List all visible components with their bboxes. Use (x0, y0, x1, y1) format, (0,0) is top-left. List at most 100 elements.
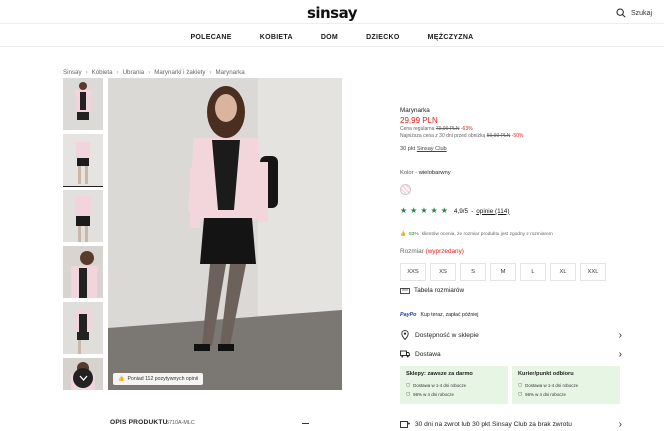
collapse-icon[interactable] (302, 423, 309, 424)
size-option-l[interactable]: L (520, 263, 546, 281)
search-label: Szukaj (630, 9, 652, 17)
color-label: Kolor - wielobarwny (400, 170, 451, 176)
calendar-icon: ▢ (406, 391, 411, 396)
breadcrumb: Sinsay › Kobieta › Ubrania › Marynarki i ża… (63, 69, 245, 76)
description-toggle[interactable]: OPIS PRODUKTU (110, 419, 168, 426)
returns-row[interactable]: 30 dni na zwrot lub 30 pkt Sinsay Club z… (400, 417, 622, 431)
lowest-price-line: Najniższa cena z 30 dni przed obniżką 59… (400, 133, 523, 139)
breadcrumb-current: Marynarka (215, 69, 245, 76)
store-availability-label: Dostępność w sklepie (415, 331, 479, 339)
header-divider (0, 23, 664, 24)
size-option-xl[interactable]: XL (550, 263, 576, 281)
ruler-icon (400, 287, 410, 294)
club-points: 30 pkt Sinsay Club (400, 146, 447, 152)
product-name: Marynarka (400, 107, 430, 114)
size-status: (wyprzedany) (425, 248, 464, 255)
size-option-m[interactable]: M (490, 263, 516, 281)
calendar-icon: ▢ (406, 382, 411, 387)
breadcrumb-kobieta[interactable]: Kobieta (92, 69, 113, 76)
star-icon: ★ (400, 206, 408, 215)
delivery-row[interactable]: Dostawa › (400, 347, 622, 361)
thumbnail-5[interactable] (63, 302, 103, 354)
sinsay-logo[interactable]: sinsay (0, 4, 664, 22)
size-chart-link[interactable]: Tabela rozmiarów (400, 287, 464, 294)
delivery-box-courier: Kurier/punkt odbioru ▢ Dostawa w 1-4 dni … (512, 366, 620, 404)
size-label: Rozmiar (wyprzedany) (400, 248, 464, 255)
color-swatch[interactable] (400, 184, 411, 195)
calendar-icon: ▢ (518, 391, 523, 396)
fit-info: 👍 83% klientów ocenia, że rozmiar produk… (400, 232, 553, 237)
product-sku: 5710A-MLC (166, 420, 195, 426)
delivery-rate-text: 96% w 4 dni robocze (525, 391, 566, 397)
breadcrumb-ubrania[interactable]: Ubrania (123, 69, 145, 76)
returns-label: 30 dni na zwrot lub 30 pkt Sinsay Club z… (415, 420, 572, 428)
size-option-s[interactable]: S (460, 263, 486, 281)
nav-polecane[interactable]: POLECANE (190, 34, 231, 41)
chevron-right-icon: › (85, 69, 88, 76)
delivery-box-line: ▢ 96% w 4 dni robocze (518, 391, 614, 397)
delivery-box-line: ▢ Dostawa w 1-4 dni robocze (518, 382, 614, 388)
nav-mezczyzna[interactable]: MĘŻCZYZNA (428, 34, 474, 41)
club-points-text: 30 pkt (400, 146, 416, 152)
breadcrumb-sinsay[interactable]: Sinsay (63, 69, 82, 76)
star-icon: ★ (420, 206, 428, 215)
delivery-rate-text: 96% w 4 dni robocze (413, 391, 454, 397)
rating-separator: - (471, 207, 474, 215)
reviews-badge-text: Poniad 112 pozytywnych opinii (127, 376, 199, 382)
store-availability-row[interactable]: Dostępność w sklepie › (400, 328, 622, 342)
location-pin-icon (401, 330, 409, 340)
thumbs-up-icon: 👍 (400, 232, 406, 237)
lowest-discount: -50% (511, 133, 524, 139)
delivery-time-text: Dostawa w 1-4 dni robocze (413, 382, 467, 388)
regular-price-line: Cena regularna 79,99 PLN -63% (400, 126, 473, 132)
club-link[interactable]: Sinsay Club (417, 146, 447, 152)
chevron-right-icon: › (618, 329, 622, 341)
reviews-link[interactable]: opinie (114) (476, 208, 509, 215)
delivery-box-title: Sklepy: zawsze za darmo (406, 371, 473, 377)
search-button[interactable]: Szukaj (616, 8, 652, 18)
regular-price-label: Cena regularna (400, 126, 435, 132)
thumbnail-3[interactable] (63, 190, 103, 242)
nav-kobieta[interactable]: KOBIETA (260, 34, 293, 41)
main-product-image[interactable] (108, 78, 342, 390)
chevron-right-icon: › (116, 69, 119, 76)
delivery-box-title: Kurier/punkt odbioru (518, 371, 574, 377)
chevron-right-icon: › (209, 69, 212, 76)
nav-dziecko[interactable]: DZIECKO (366, 34, 400, 41)
paypo-banner[interactable]: PayPo Kup teraz, zapłać później (400, 312, 478, 318)
size-option-xxs[interactable]: XXS (400, 263, 426, 281)
thumbnail-2[interactable] (63, 134, 103, 186)
chevron-right-icon: › (148, 69, 151, 76)
search-icon (616, 8, 626, 18)
nav-dom[interactable]: DOM (321, 34, 338, 41)
delivery-box-stores: Sklepy: zawsze za darmo ▢ Dostawa w 1-4 d… (400, 366, 508, 404)
thumbnail-active-indicator (63, 186, 103, 187)
star-icon: ★ (430, 206, 438, 215)
color-label-text: Kolor - (400, 170, 418, 176)
calendar-icon: ▢ (518, 382, 523, 387)
delivery-label: Dostawa (415, 350, 441, 358)
fit-percent: 83% (408, 232, 419, 237)
color-value: wielobarwny (418, 170, 451, 176)
return-box-icon (400, 420, 410, 428)
regular-price: 79,99 PLN (435, 126, 460, 132)
truck-icon (400, 350, 410, 358)
fit-text: klientów ocenia, że rozmiar produktu jes… (421, 232, 553, 237)
chevron-right-icon: › (618, 418, 622, 430)
paypo-logo: PayPo (400, 312, 417, 318)
delivery-time-text: Dostawa w 1-4 dni robocze (525, 382, 579, 388)
reviews-badge[interactable]: 👍 Poniad 112 pozytywnych opinii (113, 373, 204, 385)
thumbs-up-icon: 👍 (118, 376, 125, 382)
thumbnail-4[interactable] (63, 246, 103, 298)
size-chart-label: Tabela rozmiarów (414, 287, 465, 294)
size-option-xxl[interactable]: XXL (580, 263, 606, 281)
chevron-down-icon (79, 375, 87, 381)
thumbnail-1[interactable] (63, 78, 103, 130)
size-option-xs[interactable]: XS (430, 263, 456, 281)
lowest-price: 59,99 PLN (486, 133, 511, 139)
product-price: 29,99 PLN (400, 116, 438, 125)
regular-discount: -63% (460, 126, 473, 132)
thumbnails-scroll-down-button[interactable] (73, 368, 93, 388)
breadcrumb-marynarki[interactable]: Marynarki i żakiety (154, 69, 205, 76)
size-label-text: Rozmiar (400, 248, 424, 255)
